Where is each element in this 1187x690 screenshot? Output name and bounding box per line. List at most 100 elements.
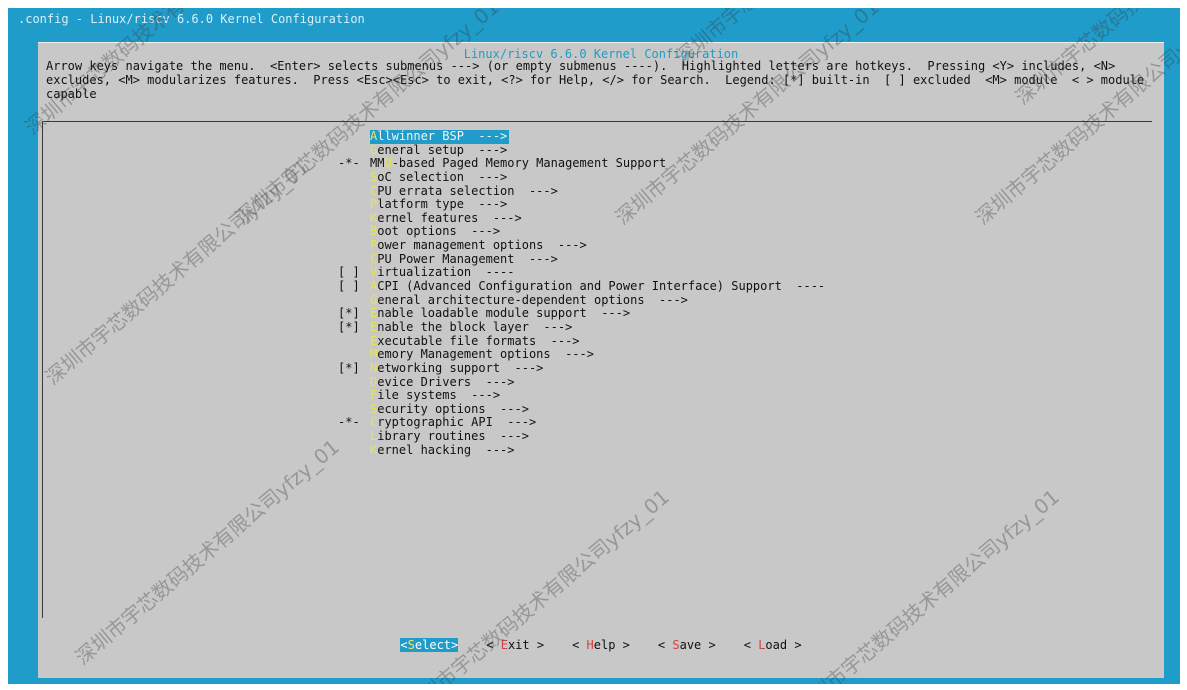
menu-item[interactable]: [*] Enable the block layer ---> bbox=[338, 319, 1098, 335]
menu-item-prefix bbox=[338, 144, 370, 158]
button-bar: <Select> < Exit > < Help > < Save > < Load > bbox=[38, 638, 1164, 652]
terminal-window: .config - Linux/riscv 6.6.0 Kernel Confi… bbox=[8, 8, 1180, 684]
save-button[interactable]: < Save > bbox=[658, 638, 716, 652]
menu-item-label: Allwinner BSP ---> bbox=[370, 129, 510, 144]
menu-item-prefix bbox=[338, 403, 370, 417]
menu-item[interactable]: Executable file formats ---> bbox=[338, 334, 1098, 349]
menu-item-label: General architecture-dependent options -… bbox=[370, 293, 688, 308]
menu-item-prefix bbox=[338, 444, 370, 458]
button-label: ave bbox=[679, 638, 702, 652]
menu-item-prefix: [*] bbox=[338, 306, 360, 321]
menu-item-label: SoC selection ---> bbox=[370, 169, 508, 185]
dialog-border bbox=[38, 42, 1164, 43]
menu-item[interactable]: General setup ---> bbox=[338, 142, 1098, 158]
menu-item-text: nable loadable module support ---> bbox=[377, 306, 631, 321]
menu-item-prefix bbox=[338, 253, 370, 267]
menu-item-prefix bbox=[338, 348, 370, 362]
menu-item-prefix: [*] bbox=[338, 319, 360, 334]
menu-item-text: ecurity options ---> bbox=[377, 401, 529, 416]
menu-item-label: Boot options ---> bbox=[370, 225, 500, 239]
button-bracket-close: > bbox=[787, 638, 802, 652]
menu-item-prefix bbox=[338, 225, 370, 239]
menu-item[interactable]: Kernel hacking ---> bbox=[338, 442, 1098, 458]
menu-item-prefix bbox=[338, 294, 370, 308]
button-bracket-close: > bbox=[529, 638, 545, 652]
menu-item-label: Power management options ---> bbox=[370, 238, 587, 253]
menu-item-text: ower management options ---> bbox=[377, 238, 587, 253]
menu-item-label: File systems ---> bbox=[370, 388, 501, 403]
menu-item-label: Library routines ---> bbox=[370, 429, 529, 444]
menu-item[interactable]: General architecture-dependent options -… bbox=[338, 293, 1098, 308]
button-accelerator: S bbox=[407, 638, 415, 652]
menu-item-text: ile systems ---> bbox=[377, 388, 501, 403]
menu-item-prefix: [ ] bbox=[338, 279, 360, 294]
menu-item-label: Enable loadable module support ---> bbox=[370, 307, 630, 321]
button-label: elect bbox=[414, 638, 452, 652]
menu-item-prefix bbox=[338, 430, 370, 444]
menu-item-prefix: -*- bbox=[338, 415, 360, 430]
exit-button[interactable]: < Exit > bbox=[486, 638, 544, 652]
menu-item-prefix bbox=[338, 212, 370, 226]
menu-item-text: PU errata selection ---> bbox=[377, 183, 558, 198]
menu-item-text: ryptographic API ---> bbox=[377, 415, 537, 430]
menu-item-label: Security options ---> bbox=[370, 401, 529, 417]
menu-item-text: ibrary routines ---> bbox=[377, 429, 529, 444]
select-button[interactable]: <Select> bbox=[400, 638, 459, 652]
backtitle: .config - Linux/riscv 6.6.0 Kernel Confi… bbox=[18, 12, 365, 26]
menu-item-label: Executable file formats ---> bbox=[370, 334, 580, 349]
menu-item[interactable]: CPU errata selection ---> bbox=[338, 183, 1098, 199]
menu-item-label: Cryptographic API ---> bbox=[370, 416, 536, 430]
button-bracket-open: < bbox=[486, 638, 501, 652]
button-bracket-open: < bbox=[657, 638, 673, 652]
menu-item[interactable]: Platform type ---> bbox=[338, 197, 1098, 212]
menu-item[interactable]: [*] Enable loadable module support ---> bbox=[338, 307, 1098, 321]
button-bracket-open: < bbox=[400, 638, 408, 652]
menu-item[interactable]: Library routines ---> bbox=[338, 429, 1098, 444]
menu-item[interactable]: Device Drivers ---> bbox=[338, 374, 1098, 390]
menu-item[interactable]: Memory Management options ---> bbox=[338, 347, 1098, 362]
load-button[interactable]: < Load > bbox=[744, 638, 802, 652]
menu-item-text: etworking support ---> bbox=[377, 360, 544, 375]
menu-item-text: irtualization ---- bbox=[377, 265, 515, 280]
menuconfig-dialog: Linux/riscv 6.6.0 Kernel Configuration A… bbox=[38, 42, 1164, 678]
menu-item[interactable]: [ ] ACPI (Advanced Configuration and Powe… bbox=[338, 279, 1098, 294]
menu-item-prefix bbox=[338, 239, 370, 253]
menu-item-prefix bbox=[338, 198, 370, 212]
menu-item[interactable]: Allwinner BSP ---> bbox=[338, 129, 1098, 144]
help-button[interactable]: < Help > bbox=[572, 638, 630, 652]
menu-item-label: Kernel features ---> bbox=[370, 211, 522, 226]
menu-item[interactable]: Boot options ---> bbox=[338, 225, 1098, 239]
menu-item[interactable]: SoC selection ---> bbox=[338, 169, 1098, 185]
menu-item-prefix: [ ] bbox=[338, 265, 360, 280]
menu-item-prefix bbox=[338, 185, 370, 199]
menu-item-label: Enable the block layer ---> bbox=[370, 320, 572, 335]
menu-item[interactable]: -*- Cryptographic API ---> bbox=[338, 416, 1098, 430]
menu-item-label: CPU Power Management ---> bbox=[370, 252, 558, 267]
menu-item[interactable]: [*] Networking support ---> bbox=[338, 360, 1098, 376]
menu-item[interactable]: Power management options ---> bbox=[338, 238, 1098, 253]
menu-item-text: CPI (Advanced Configuration and Power In… bbox=[377, 279, 826, 294]
menu-item[interactable]: Kernel features ---> bbox=[338, 211, 1098, 226]
button-label: xit bbox=[507, 638, 530, 652]
menu-item-label: Networking support ---> bbox=[370, 360, 544, 376]
menu-item[interactable]: [ ] Virtualization ---- bbox=[338, 266, 1098, 280]
menu-item-text: ernel hacking ---> bbox=[377, 442, 515, 457]
menu-item-label: General setup ---> bbox=[370, 142, 508, 158]
menu-item[interactable]: CPU Power Management ---> bbox=[338, 252, 1098, 267]
button-accelerator: E bbox=[500, 638, 508, 652]
menu-item-prefix: [*] bbox=[338, 360, 360, 375]
menu-list[interactable]: Allwinner BSP ---> General setup ---> -*-… bbox=[338, 129, 1098, 458]
menu-item-label: Platform type ---> bbox=[370, 197, 507, 212]
menu-item-text: evice Drivers ---> bbox=[377, 374, 515, 389]
help-text: Arrow keys navigate the menu. <Enter> se… bbox=[46, 59, 1145, 101]
menu-item[interactable]: Security options ---> bbox=[338, 401, 1098, 417]
menu-item[interactable]: -*- MMU-based Paged Memory Management Sup… bbox=[338, 156, 1098, 171]
button-accelerator: H bbox=[586, 638, 594, 652]
menu-item[interactable]: File systems ---> bbox=[338, 388, 1098, 403]
menu-item-label: Virtualization ---- bbox=[370, 266, 515, 280]
menu-item-text: eneral setup ---> bbox=[377, 142, 508, 157]
menu-box-corner bbox=[42, 612, 48, 618]
menu-item-text: oot options ---> bbox=[377, 224, 501, 239]
menu-item-text: oC selection ---> bbox=[377, 169, 508, 184]
menu-item-prefix bbox=[338, 376, 370, 390]
